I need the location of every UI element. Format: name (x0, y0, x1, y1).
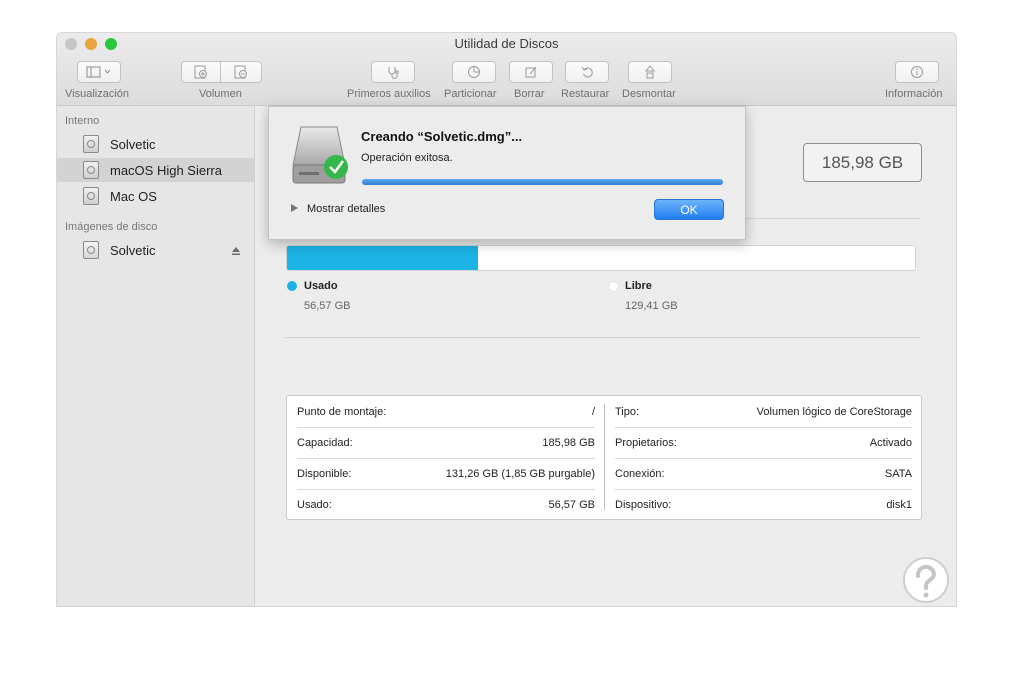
divider (285, 337, 921, 338)
window-title: Utilidad de Discos (454, 36, 559, 51)
usage-bar-used (287, 246, 478, 270)
toolbar: Utilidad de Discos Visualización Volumen (57, 33, 956, 106)
dialog-title: Creando “Solvetic.dmg”... (361, 129, 523, 144)
sidebar-item-macos-high-sierra[interactable]: macOS High Sierra (57, 158, 254, 182)
progress-bar-fill (362, 179, 723, 185)
sidebar-item-solvetic-image[interactable]: Solvetic (57, 238, 254, 262)
restore-icon (580, 65, 594, 79)
first-aid-button[interactable] (371, 61, 415, 83)
sidebar-item-mac-os[interactable]: Mac OS (57, 184, 254, 208)
partition-button[interactable] (452, 61, 496, 83)
free-legend-value: 129,41 GB (625, 300, 678, 312)
info-value: 185,98 GB (542, 436, 595, 449)
add-volume-icon (193, 65, 209, 79)
solvetic-logo-icon (900, 556, 952, 604)
sidebar-item-label: Solvetic (110, 242, 156, 258)
sidebar-item-solvetic[interactable]: Solvetic (57, 132, 254, 156)
volume-label: Volumen (199, 88, 242, 100)
sidebar-item-label: macOS High Sierra (110, 162, 222, 178)
sidebar-item-label: Solvetic (110, 136, 156, 152)
internal-section-header: Interno (65, 115, 100, 127)
show-details-label: Mostrar detalles (307, 203, 386, 215)
info-value: 131,26 GB (1,85 GB purgable) (445, 467, 595, 480)
sidebar: Interno Solvetic macOS High Sierra Mac O… (57, 106, 255, 606)
ok-button[interactable]: OK (654, 199, 724, 220)
info-value: Activado (869, 436, 912, 449)
erase-icon (524, 65, 538, 79)
used-legend-dot (287, 281, 297, 291)
used-legend-label: Usado (304, 280, 338, 292)
remove-volume-icon (233, 65, 249, 79)
info-icon (910, 65, 924, 79)
view-button[interactable] (77, 61, 121, 83)
add-volume-button[interactable] (181, 61, 221, 83)
progress-bar (362, 179, 723, 185)
usage-bar (286, 245, 916, 271)
info-value: 56,57 GB (548, 498, 595, 511)
dialog-message: Operación exitosa. (361, 152, 453, 164)
disclosure-triangle-icon (291, 203, 298, 215)
partition-label: Particionar (444, 88, 497, 100)
erase-button[interactable] (509, 61, 553, 83)
eject-icon[interactable] (231, 243, 241, 261)
pie-partition-icon (467, 65, 481, 79)
show-details-toggle[interactable]: Mostrar detalles (291, 203, 385, 215)
info-value: / (591, 405, 595, 418)
volume-info-table: Punto de montaje: / Capacidad: 185,98 GB Dis… (286, 395, 922, 520)
stethoscope-icon (386, 65, 400, 79)
hard-disk-icon (83, 187, 99, 205)
drive-success-icon (291, 125, 353, 196)
capacity-box: 185,98 GB (803, 143, 922, 182)
unmount-icon (643, 65, 657, 79)
info-button[interactable] (895, 61, 939, 83)
free-legend-dot (608, 281, 619, 292)
info-value: disk1 (886, 498, 912, 511)
info-label: Información (885, 88, 943, 100)
restore-button[interactable] (565, 61, 609, 83)
sidebar-item-label: Mac OS (110, 188, 157, 204)
creating-image-dialog: Creando “Solvetic.dmg”... Operación exit… (268, 106, 746, 240)
hard-disk-icon (83, 161, 99, 179)
info-value: SATA (884, 467, 912, 480)
free-legend-label: Libre (625, 280, 652, 292)
first-aid-label: Primeros auxilios (347, 88, 431, 100)
remove-volume-button[interactable] (220, 61, 262, 83)
disk-image-icon (83, 241, 99, 259)
disk-images-section-header: Imágenes de disco (65, 221, 158, 233)
unmount-label: Desmontar (622, 88, 676, 100)
erase-label: Borrar (514, 88, 545, 100)
sidebar-icon (86, 66, 112, 78)
used-legend-value: 56,57 GB (304, 300, 351, 312)
column-divider (604, 404, 605, 510)
view-label: Visualización (65, 88, 130, 100)
hard-disk-icon (83, 135, 99, 153)
restore-label: Restaurar (561, 88, 610, 100)
unmount-button[interactable] (628, 61, 672, 83)
info-value: Volumen lógico de CoreStorage (756, 405, 912, 418)
